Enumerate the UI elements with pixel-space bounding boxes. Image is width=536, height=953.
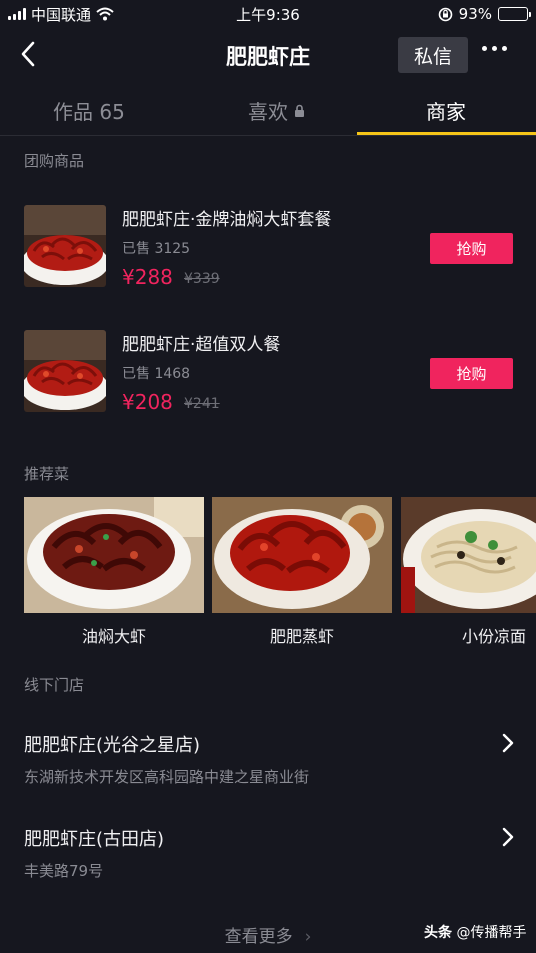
buy-now-button[interactable]: 抢购 bbox=[430, 358, 513, 389]
status-bar: 中国联通 上午9:36 93% bbox=[0, 0, 536, 28]
tab-works[interactable]: 作品 65 bbox=[53, 96, 125, 125]
more-options-button[interactable] bbox=[482, 46, 507, 51]
rotation-lock-icon bbox=[438, 7, 452, 21]
dish-name: 肥肥蒸虾 bbox=[269, 627, 334, 646]
watermark-handle: @传播帮手 bbox=[456, 925, 527, 941]
profile-tabs: 作品 65 喜欢 商家 bbox=[0, 86, 536, 136]
more-dot-icon bbox=[492, 46, 497, 51]
product-original-price: ¥241 bbox=[184, 396, 220, 412]
active-tab-indicator bbox=[357, 132, 536, 135]
store-item[interactable]: 肥肥虾庄(光谷之星店) 东湖新技术开发区高科园路中建之星商业街 bbox=[24, 731, 524, 791]
product-card[interactable]: 肥肥虾庄·金牌油焖大虾套餐 已售 3125 ¥288 ¥339 抢购 bbox=[24, 205, 524, 289]
tab-merchant-label: 商家 bbox=[426, 100, 466, 124]
product-sold-count: 已售 3125 bbox=[122, 241, 191, 257]
product-name: 肥肥虾庄·金牌油焖大虾套餐 bbox=[122, 210, 332, 230]
product-card[interactable]: 肥肥虾庄·超值双人餐 已售 1468 ¥208 ¥241 抢购 bbox=[24, 330, 524, 414]
see-more-label: 查看更多 bbox=[224, 927, 293, 947]
dish-image bbox=[24, 497, 204, 613]
store-name: 肥肥虾庄(古田店) bbox=[24, 829, 165, 850]
store-name: 肥肥虾庄(光谷之星店) bbox=[24, 735, 201, 756]
product-thumbnail bbox=[24, 330, 106, 412]
watermark: 头条 @传播帮手 bbox=[424, 922, 526, 942]
dish-name: 小份凉面 bbox=[461, 627, 526, 646]
nav-bar: 肥肥虾庄 私信 bbox=[0, 28, 536, 80]
tab-works-label: 作品 65 bbox=[53, 100, 125, 124]
store-address: 丰美路79号 bbox=[24, 862, 104, 880]
chevron-right-icon bbox=[502, 827, 514, 847]
buy-now-button[interactable]: 抢购 bbox=[430, 233, 513, 264]
product-name: 肥肥虾庄·超值双人餐 bbox=[122, 335, 281, 355]
dish-image bbox=[401, 497, 536, 613]
chevron-right-icon: › bbox=[304, 927, 312, 947]
dish-card[interactable]: 油焖大虾 bbox=[24, 497, 204, 647]
watermark-brand: 头条 bbox=[424, 925, 452, 941]
message-button[interactable]: 私信 bbox=[398, 37, 468, 73]
product-price: ¥288 bbox=[122, 265, 173, 289]
dish-card[interactable]: 小份凉面 bbox=[401, 497, 536, 647]
group-buy-section-title: 团购商品 bbox=[24, 152, 85, 170]
chevron-right-icon bbox=[502, 733, 514, 753]
product-thumbnail bbox=[24, 205, 106, 287]
signal-icon bbox=[8, 8, 26, 20]
stores-section-title: 线下门店 bbox=[24, 676, 85, 694]
more-dot-icon bbox=[482, 46, 487, 51]
battery-percent: 93% bbox=[458, 5, 492, 23]
more-dot-icon bbox=[502, 46, 507, 51]
store-item[interactable]: 肥肥虾庄(古田店) 丰美路79号 bbox=[24, 825, 524, 885]
dish-card[interactable]: 肥肥蒸虾 bbox=[212, 497, 392, 647]
tab-likes[interactable]: 喜欢 bbox=[248, 96, 305, 125]
lock-icon bbox=[295, 104, 304, 117]
wifi-icon bbox=[96, 7, 114, 21]
product-original-price: ¥339 bbox=[184, 271, 220, 287]
battery-icon bbox=[498, 7, 531, 21]
dish-name: 油焖大虾 bbox=[81, 627, 146, 646]
dish-image bbox=[212, 497, 392, 613]
product-sold-count: 已售 1468 bbox=[122, 366, 191, 382]
recommended-section-title: 推荐菜 bbox=[24, 465, 70, 483]
tab-merchant[interactable]: 商家 bbox=[426, 96, 466, 125]
tab-likes-label: 喜欢 bbox=[248, 100, 288, 124]
product-price: ¥208 bbox=[122, 390, 173, 414]
carrier-label: 中国联通 bbox=[31, 5, 92, 24]
store-address: 东湖新技术开发区高科园路中建之星商业街 bbox=[24, 768, 310, 786]
